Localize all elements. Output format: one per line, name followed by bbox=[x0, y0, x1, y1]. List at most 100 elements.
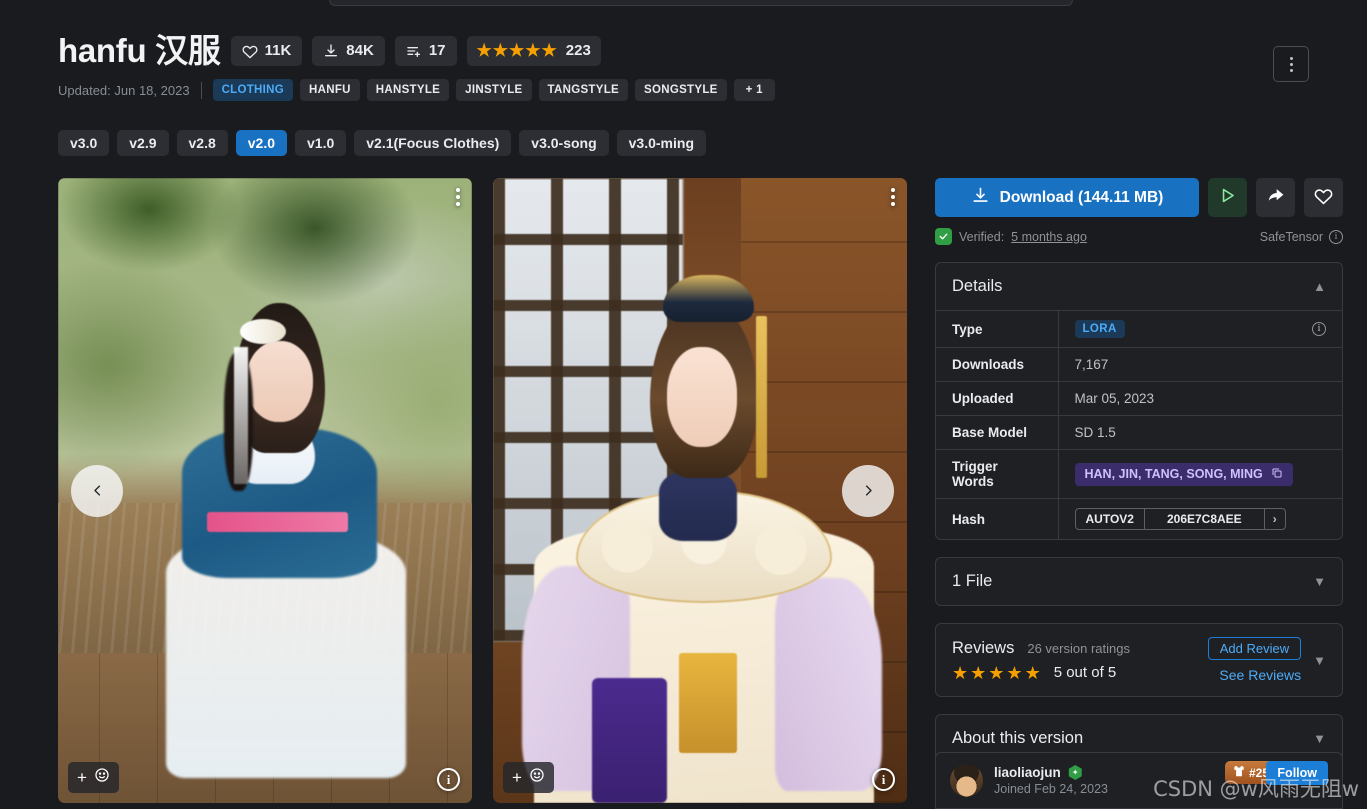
follow-button[interactable]: Follow bbox=[1266, 761, 1328, 785]
gallery-image-2[interactable]: + i bbox=[493, 178, 907, 803]
files-title: 1 File bbox=[952, 572, 993, 590]
verified-time-link[interactable]: 5 months ago bbox=[1011, 230, 1087, 244]
reviews-card: Reviews 26 version ratings ★ ★ ★ ★ ★ 5 o… bbox=[935, 623, 1343, 697]
favorite-button[interactable] bbox=[1304, 178, 1343, 217]
chevron-right-icon bbox=[865, 485, 872, 496]
chevron-down-icon[interactable]: ▼ bbox=[1313, 654, 1326, 667]
details-card-header[interactable]: Details ▲ bbox=[936, 263, 1342, 310]
collections-stat[interactable]: 17 bbox=[394, 35, 457, 66]
row-value-trigger-words: HAN, JIN, TANG, SONG, MING bbox=[1058, 450, 1342, 499]
creator-info: liaoliaojun ✦ Joined Feb 24, 2023 bbox=[994, 765, 1108, 796]
verification-row: Verified: 5 months ago SafeTensor i bbox=[935, 228, 1343, 245]
download-icon bbox=[323, 43, 339, 59]
shirt-icon bbox=[1232, 764, 1246, 781]
about-title: About this version bbox=[952, 729, 1084, 747]
play-icon bbox=[1218, 186, 1237, 210]
tag-jinstyle[interactable]: JINSTYLE bbox=[456, 79, 532, 101]
run-model-button[interactable] bbox=[1208, 178, 1247, 217]
row-key-hash: Hash bbox=[936, 498, 1059, 539]
kebab-menu-icon[interactable] bbox=[891, 188, 895, 206]
version-tab-v2-0[interactable]: v2.0 bbox=[235, 130, 287, 156]
share-icon bbox=[1266, 186, 1285, 210]
copy-icon[interactable] bbox=[1271, 467, 1283, 482]
type-badge[interactable]: LORA bbox=[1074, 320, 1125, 338]
plus-icon: + bbox=[77, 768, 87, 787]
tag-hanstyle[interactable]: HANSTYLE bbox=[366, 79, 450, 101]
hash-value[interactable]: 206E7C8AEE bbox=[1143, 509, 1265, 529]
info-icon[interactable]: i bbox=[1312, 322, 1326, 336]
star-icon: ★ bbox=[1024, 662, 1041, 683]
reviews-title-row: Reviews 26 version ratings bbox=[952, 639, 1196, 658]
likes-stat[interactable]: 11K bbox=[230, 35, 303, 66]
version-tab-v3-0[interactable]: v3.0 bbox=[58, 130, 110, 156]
chevron-down-icon[interactable]: ▼ bbox=[1313, 732, 1326, 745]
page-title: hanfu 汉服 bbox=[58, 32, 221, 69]
add-review-button[interactable]: Add Review bbox=[1207, 637, 1302, 660]
emoji-reaction-icon bbox=[529, 767, 545, 788]
heart-icon bbox=[242, 43, 258, 59]
version-tab-v2-1-focus-clothes[interactable]: v2.1(Focus Clothes) bbox=[354, 130, 512, 156]
collections-count: 17 bbox=[428, 42, 446, 59]
divider bbox=[200, 81, 202, 99]
tag-clothing[interactable]: CLOTHING bbox=[212, 79, 294, 101]
download-icon bbox=[971, 186, 990, 210]
chevron-up-icon[interactable]: ▲ bbox=[1313, 280, 1326, 293]
format-label: SafeTensor bbox=[1259, 229, 1323, 244]
files-card-header[interactable]: 1 File ▼ bbox=[936, 558, 1342, 605]
tag-tangstyle[interactable]: TANGSTYLE bbox=[538, 79, 629, 101]
carousel-prev-button[interactable] bbox=[71, 464, 123, 517]
row-value-downloads: 7,167 bbox=[1074, 357, 1109, 372]
list-add-icon bbox=[406, 43, 422, 59]
rating-stat[interactable]: ★ ★ ★ ★ ★ 223 bbox=[466, 35, 601, 66]
table-row-uploaded: Uploaded Mar 05, 2023 bbox=[936, 381, 1342, 416]
star-icon: ★ bbox=[492, 41, 509, 60]
image-info-icon[interactable]: i bbox=[872, 768, 895, 791]
kebab-menu-icon[interactable] bbox=[456, 188, 460, 206]
share-button[interactable] bbox=[1256, 178, 1295, 217]
updated-date: Updated: Jun 18, 2023 bbox=[58, 82, 190, 98]
hash-expand-icon[interactable]: › bbox=[1265, 509, 1285, 529]
heart-icon bbox=[1314, 186, 1333, 210]
download-button[interactable]: Download (144.11 MB) bbox=[935, 178, 1199, 217]
creator-card: liaoliaojun ✦ Joined Feb 24, 2023 #25 Fo… bbox=[935, 752, 1343, 809]
version-tab-v3-0-ming[interactable]: v3.0-ming bbox=[616, 130, 706, 156]
rating-stars: ★ ★ ★ ★ ★ bbox=[477, 42, 557, 59]
files-card[interactable]: 1 File ▼ bbox=[935, 557, 1343, 606]
image-info-icon[interactable]: i bbox=[437, 768, 460, 791]
trigger-words-text: HAN, JIN, TANG, SONG, MING bbox=[1084, 467, 1263, 481]
tags-row: Updated: Jun 18, 2023 CLOTHING HANFU HAN… bbox=[58, 79, 1309, 101]
carousel-next-button[interactable] bbox=[842, 464, 894, 517]
hash-algo: AUTOV2 bbox=[1085, 512, 1134, 526]
info-icon[interactable]: i bbox=[1329, 229, 1343, 244]
verified-label: Verified: bbox=[959, 229, 1005, 244]
action-buttons-row: Download (144.11 MB) bbox=[935, 178, 1343, 217]
image-gallery: + i + i bbox=[58, 178, 907, 803]
version-tab-v1-0[interactable]: v1.0 bbox=[295, 130, 347, 156]
gallery-image-1[interactable]: + i bbox=[58, 178, 472, 803]
trigger-words-badge[interactable]: HAN, JIN, TANG, SONG, MING bbox=[1074, 462, 1293, 486]
chevron-down-icon[interactable]: ▼ bbox=[1313, 575, 1326, 588]
creator-name-row: liaoliaojun ✦ bbox=[994, 765, 1108, 780]
chevron-left-icon bbox=[93, 485, 100, 496]
format-info: SafeTensor i bbox=[1259, 229, 1343, 244]
star-icon: ★ bbox=[509, 41, 525, 60]
reviews-score: 5 out of 5 bbox=[1053, 664, 1117, 681]
downloads-count: 84K bbox=[346, 42, 374, 59]
version-tab-v3-0-song[interactable]: v3.0-song bbox=[519, 130, 609, 156]
downloads-stat[interactable]: 84K bbox=[312, 35, 385, 66]
tag-more[interactable]: + 1 bbox=[733, 79, 775, 101]
version-tab-v2-9[interactable]: v2.9 bbox=[117, 130, 169, 156]
add-reaction-button[interactable]: + bbox=[68, 762, 119, 793]
reviews-title: Reviews bbox=[952, 638, 1015, 657]
kebab-menu-icon[interactable] bbox=[1273, 46, 1309, 82]
version-tab-v2-8[interactable]: v2.8 bbox=[176, 130, 228, 156]
details-card: Details ▲ Type LORA i Downloads 7,167 Up… bbox=[935, 262, 1343, 540]
see-reviews-link[interactable]: See Reviews bbox=[1219, 667, 1301, 683]
tag-songstyle[interactable]: SONGSTYLE bbox=[635, 79, 727, 101]
add-reaction-button[interactable]: + bbox=[503, 762, 554, 793]
avatar[interactable] bbox=[950, 764, 983, 797]
table-row-base-model: Base Model SD 1.5 bbox=[936, 415, 1342, 450]
creator-name[interactable]: liaoliaojun bbox=[994, 765, 1061, 780]
verified-hex-icon: ✦ bbox=[1068, 765, 1082, 780]
tag-hanfu[interactable]: HANFU bbox=[300, 79, 360, 101]
